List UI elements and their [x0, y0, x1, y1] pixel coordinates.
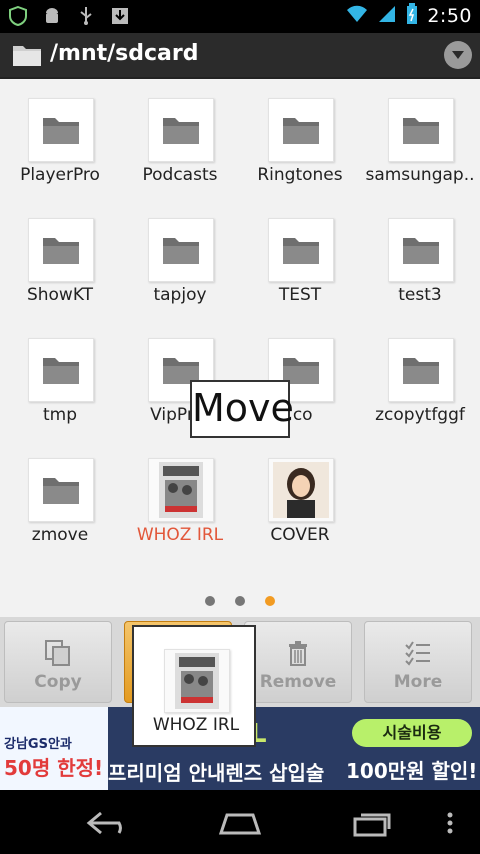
- item-label: COVER: [270, 525, 330, 545]
- item-label: ShowKT: [26, 285, 94, 305]
- grid-item[interactable]: TEST: [240, 200, 360, 320]
- status-bar: 2:50: [0, 0, 480, 33]
- grid-item[interactable]: PlayerPro: [0, 80, 120, 200]
- checklist-icon: [365, 638, 471, 668]
- item-label: zcopytfggf: [375, 405, 465, 425]
- grid-item[interactable]: zmove: [0, 440, 120, 560]
- grid-item[interactable]: Ringtones: [240, 80, 360, 200]
- image-thumbnail-icon: [268, 458, 334, 522]
- move-drop-target[interactable]: Move: [190, 380, 294, 438]
- item-label: tmp: [42, 405, 78, 425]
- folder-icon: [28, 338, 94, 402]
- item-label: tapjoy: [153, 285, 207, 305]
- overflow-menu-icon[interactable]: [444, 41, 472, 69]
- android-icon: [42, 5, 62, 27]
- overflow-dots-icon[interactable]: [430, 806, 470, 840]
- ad-discount-text: 100만원 할인!: [346, 759, 478, 783]
- more-label: More: [393, 672, 443, 692]
- folder-icon: [12, 42, 42, 72]
- item-label: TEST: [278, 285, 322, 305]
- folder-icon: [28, 458, 94, 522]
- wifi-icon: [345, 4, 369, 28]
- usb-icon: [76, 5, 96, 27]
- shield-icon: [8, 5, 28, 27]
- grid-item[interactable]: test3: [360, 200, 480, 320]
- item-label: WHOZ IRL: [136, 525, 224, 545]
- grid-item[interactable]: WHOZ IRL: [120, 440, 240, 560]
- folder-icon: [268, 98, 334, 162]
- drag-preview[interactable]: WHOZ IRL: [132, 625, 256, 747]
- copy-button[interactable]: Copy: [4, 621, 112, 703]
- folder-icon: [28, 218, 94, 282]
- grid-item[interactable]: ShowKT: [0, 200, 120, 320]
- grid-item[interactable]: Podcasts: [120, 80, 240, 200]
- folder-icon: [28, 98, 94, 162]
- grid-item[interactable]: zcopytfggf: [360, 320, 480, 440]
- trash-icon: [245, 638, 351, 668]
- file-grid: PlayerPro Podcasts Ringtones samsungap..…: [0, 80, 480, 600]
- clock: 2:50: [427, 5, 472, 27]
- folder-icon: [388, 338, 454, 402]
- page-indicator: [0, 596, 480, 606]
- folder-icon: [148, 98, 214, 162]
- page-dot-active[interactable]: [265, 596, 275, 606]
- ad-left-panel: 강남GS안과 50명 한정!: [0, 707, 108, 790]
- ad-left-line2: 50명 한정!: [4, 756, 104, 780]
- ad-main-text: 프리미엄 안내렌즈 삽입술: [108, 761, 325, 785]
- home-icon[interactable]: [210, 806, 270, 840]
- folder-icon: [148, 218, 214, 282]
- folder-icon: [268, 218, 334, 282]
- copy-icon: [5, 638, 111, 668]
- navigation-bar: [0, 790, 480, 854]
- grid-item[interactable]: samsungap..: [360, 80, 480, 200]
- grid-item[interactable]: tapjoy: [120, 200, 240, 320]
- recent-apps-icon[interactable]: [342, 806, 402, 840]
- path-title: /mnt/sdcard: [50, 41, 199, 66]
- image-thumbnail-icon: [148, 458, 214, 522]
- image-thumbnail-icon: [164, 649, 230, 713]
- drag-label: WHOZ IRL: [152, 715, 240, 735]
- remove-label: Remove: [259, 672, 337, 692]
- download-icon: [110, 5, 130, 27]
- ad-left-line1: 강남GS안과: [4, 737, 72, 752]
- page-dot[interactable]: [205, 596, 215, 606]
- back-icon[interactable]: [78, 806, 138, 840]
- copy-label: Copy: [34, 672, 82, 692]
- battery-icon: [405, 3, 419, 29]
- signal-icon: [377, 4, 397, 28]
- page-dot[interactable]: [235, 596, 245, 606]
- move-label: Move: [192, 386, 294, 430]
- folder-icon: [388, 98, 454, 162]
- ad-badge: 시술비용: [352, 719, 472, 747]
- grid-item[interactable]: COVER: [240, 440, 360, 560]
- remove-button[interactable]: Remove: [244, 621, 352, 703]
- item-label: test3: [398, 285, 442, 305]
- item-label: PlayerPro: [20, 165, 100, 185]
- item-label: Ringtones: [257, 165, 343, 185]
- item-label: samsungap..: [365, 165, 475, 185]
- folder-icon: [388, 218, 454, 282]
- item-label: Podcasts: [142, 165, 218, 185]
- item-label: zmove: [31, 525, 89, 545]
- action-bar: /mnt/sdcard: [0, 33, 480, 79]
- more-button[interactable]: More: [364, 621, 472, 703]
- grid-item[interactable]: tmp: [0, 320, 120, 440]
